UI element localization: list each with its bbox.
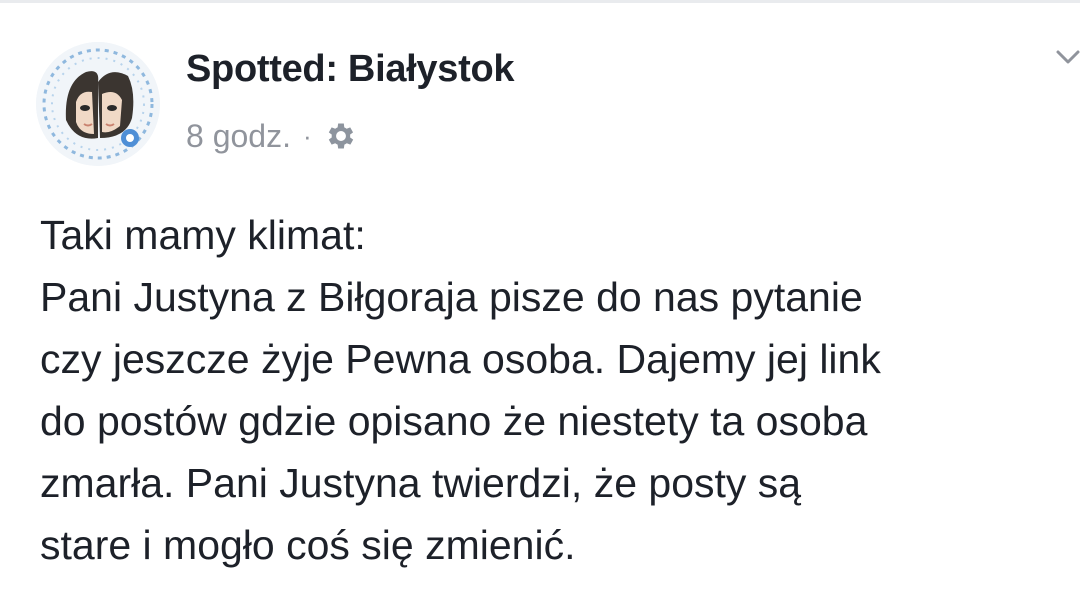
meta-separator: · [302, 120, 312, 151]
page-name-link[interactable]: Spotted: Białystok [186, 48, 515, 91]
post-body: Taki mamy klimat: Pani Justyna z Biłgora… [40, 204, 1070, 576]
post-text-line: Pani Justyna z Biłgoraja pisze do nas py… [40, 274, 863, 320]
chevron-down-icon[interactable] [1052, 40, 1080, 72]
facebook-post: Spotted: Białystok 8 godz. · Taki mamy k… [0, 0, 1080, 596]
post-text-line: czy jeszcze żyje Pewna osoba. Dajemy jej… [40, 336, 881, 382]
gear-icon[interactable] [324, 119, 358, 153]
page-avatar[interactable] [36, 42, 160, 166]
post-text-line: do postów gdzie opisano że niestety ta o… [40, 398, 868, 444]
post-text-line: zmarła. Pani Justyna twierdzi, że posty … [40, 460, 802, 506]
post-text-line: stare i mogło coś się zmienić. [40, 522, 576, 568]
post-text-line: Taki mamy klimat: [40, 212, 366, 258]
page-avatar-illustration [36, 42, 160, 166]
post-meta: 8 godz. · [186, 114, 358, 158]
post-timestamp[interactable]: 8 godz. [186, 118, 291, 155]
